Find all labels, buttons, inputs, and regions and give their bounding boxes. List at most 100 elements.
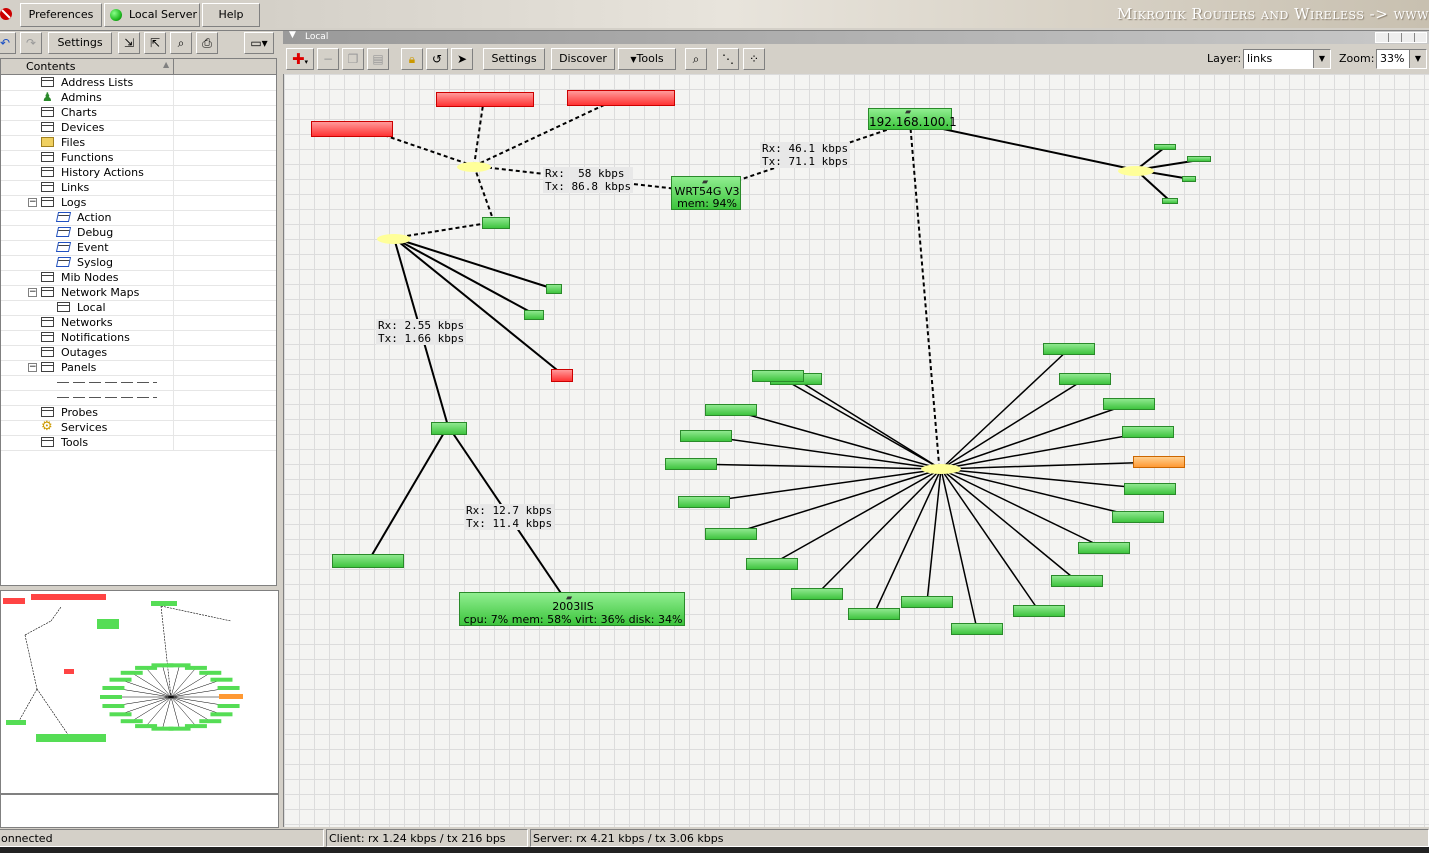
layout-icon[interactable]: ⁘: [743, 48, 765, 70]
remove-icon[interactable]: −: [317, 48, 339, 70]
app-icon[interactable]: [0, 6, 14, 22]
layer-dropdown-icon[interactable]: ▼: [1313, 50, 1330, 68]
tree-item[interactable]: Local: [1, 300, 276, 316]
device-node-green-7[interactable]: [1187, 156, 1211, 162]
tree-item[interactable]: Debug: [1, 225, 276, 241]
ring-device-node[interactable]: [1013, 605, 1065, 617]
preferences-button[interactable]: Preferences: [20, 3, 102, 27]
tree-item[interactable]: Action: [1, 210, 276, 226]
tree-item[interactable]: Functions: [1, 150, 276, 166]
tree-item[interactable]: Syslog: [1, 255, 276, 271]
device-node-red-1[interactable]: [311, 121, 393, 137]
ring-device-node[interactable]: [791, 588, 843, 600]
back-icon[interactable]: ↶: [0, 32, 16, 54]
lasso-icon[interactable]: ↺: [426, 48, 448, 70]
arrange-icon[interactable]: ⋱: [717, 48, 739, 70]
device-node-green-6[interactable]: [1154, 144, 1176, 150]
collapse-toggle-icon[interactable]: −: [28, 288, 37, 297]
ring-device-node[interactable]: [1122, 426, 1174, 438]
tree-item[interactable]: − Logs: [1, 195, 276, 211]
add-icon[interactable]: ✚▾: [286, 48, 314, 70]
tree-item[interactable]: − Network Maps: [1, 285, 276, 301]
map-find-icon[interactable]: ⌕: [685, 48, 707, 70]
tree-item[interactable]: Links: [1, 180, 276, 196]
device-node-green-2[interactable]: [546, 284, 562, 294]
device-node-green-4[interactable]: [431, 422, 467, 435]
device-node-green-8[interactable]: [1182, 176, 1196, 182]
device-node-green-9[interactable]: [1162, 198, 1178, 204]
tree-item[interactable]: Files: [1, 135, 276, 151]
layer-select[interactable]: links ▼: [1243, 49, 1331, 69]
zoom-select[interactable]: 33% ▼: [1376, 49, 1427, 69]
ring-device-node[interactable]: [901, 596, 953, 608]
ring-device-node[interactable]: [665, 458, 717, 470]
device-node-green-5[interactable]: [332, 554, 404, 568]
tree-item[interactable]: Notifications: [1, 330, 276, 346]
ring-device-node[interactable]: [1112, 511, 1164, 523]
collapse-toggle-icon[interactable]: −: [28, 198, 37, 207]
import-icon[interactable]: ⇱: [144, 32, 166, 54]
discover-button[interactable]: Discover: [551, 48, 615, 70]
forward-icon[interactable]: ↷: [20, 32, 42, 54]
ring-device-node[interactable]: [1078, 542, 1130, 554]
tree-item[interactable]: Mib Nodes: [1, 270, 276, 286]
wrt54g-node[interactable]: ▰ WRT54G V3 mem: 94%: [671, 176, 741, 210]
tree-item[interactable]: [1, 390, 276, 406]
map-settings-button[interactable]: Settings: [483, 48, 545, 70]
device-node-green-3[interactable]: [524, 310, 544, 320]
window-layout-icons[interactable]: [1375, 32, 1427, 43]
ring-device-node[interactable]: [1051, 575, 1103, 587]
layout-menu-icon[interactable]: ▭▾: [244, 32, 274, 54]
switch-node-4[interactable]: [921, 464, 961, 474]
tree-item[interactable]: Event: [1, 240, 276, 256]
ring-device-node[interactable]: [705, 528, 757, 540]
tree-item[interactable]: [1, 375, 276, 391]
tree-item[interactable]: Address Lists: [1, 75, 276, 91]
tree-item[interactable]: Tools: [1, 435, 276, 451]
export-icon[interactable]: ⇲: [118, 32, 140, 54]
device-node-red-2[interactable]: [436, 92, 534, 107]
switch-node-3[interactable]: [1118, 166, 1154, 176]
server-status-button[interactable]: Local Server: [104, 3, 200, 27]
tree-item[interactable]: Networks: [1, 315, 276, 331]
print-icon[interactable]: ⎙: [196, 32, 218, 54]
device-node-red-4[interactable]: [551, 369, 573, 382]
tree-item[interactable]: Outages: [1, 345, 276, 361]
lock-icon[interactable]: 🔒︎: [401, 48, 423, 70]
device-node-green-1[interactable]: [482, 217, 510, 229]
tree-item[interactable]: Charts: [1, 105, 276, 121]
left-settings-button[interactable]: Settings: [48, 32, 112, 54]
switch-node-1[interactable]: [457, 162, 491, 172]
switch-node-2[interactable]: [377, 234, 411, 244]
copy-icon[interactable]: ❐: [342, 48, 364, 70]
ring-device-node[interactable]: [1103, 398, 1155, 410]
ring-device-node[interactable]: [1059, 373, 1111, 385]
help-button[interactable]: Help: [202, 3, 260, 27]
server-2003iis-node[interactable]: ▰ 2003IIS cpu: 7% mem: 58% virt: 36% dis…: [459, 592, 685, 626]
pointer-icon[interactable]: ➤: [451, 48, 473, 70]
paste-icon[interactable]: ▤: [367, 48, 389, 70]
find-icon[interactable]: ⌕: [170, 32, 192, 54]
collapse-icon[interactable]: ▼: [289, 30, 296, 40]
ring-device-node[interactable]: [705, 404, 757, 416]
ring-device-node[interactable]: [1043, 343, 1095, 355]
tree-item[interactable]: Devices: [1, 120, 276, 136]
ring-device-node[interactable]: [680, 430, 732, 442]
device-node-red-3[interactable]: [567, 90, 675, 106]
gateway-node[interactable]: ▰ 192.168.100.1: [868, 107, 957, 130]
tree-item[interactable]: ⚙ Services: [1, 420, 276, 436]
ring-device-node[interactable]: [752, 370, 804, 382]
tree-item[interactable]: History Actions: [1, 165, 276, 181]
ring-device-node[interactable]: [848, 608, 900, 620]
collapse-toggle-icon[interactable]: −: [28, 363, 37, 372]
tree-item[interactable]: − Panels: [1, 360, 276, 376]
mini-map[interactable]: [0, 590, 279, 828]
ring-device-node[interactable]: [678, 496, 730, 508]
ring-device-node[interactable]: [1124, 483, 1176, 495]
tree-item[interactable]: ♟ Admins: [1, 90, 276, 106]
tree-header[interactable]: Contents ▲: [1, 59, 276, 75]
tools-dropdown-button[interactable]: ▼Tools: [618, 48, 676, 70]
zoom-dropdown-icon[interactable]: ▼: [1409, 50, 1426, 68]
ring-device-node[interactable]: [1133, 456, 1185, 468]
ring-device-node[interactable]: [951, 623, 1003, 635]
